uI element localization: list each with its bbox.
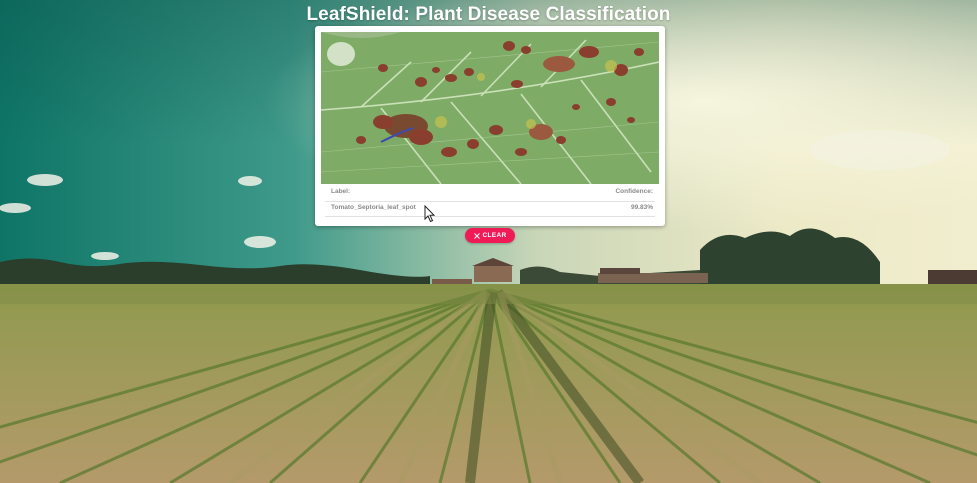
predicted-label: Tomato_Septoria_leaf_spot (331, 204, 416, 211)
result-card: Label: Confidence: Tomato_Septoria_leaf_… (315, 26, 665, 226)
clear-button[interactable]: CLEAR (465, 228, 515, 243)
result-table-header: Label: Confidence: (331, 188, 653, 202)
app-title: LeafShield: Plant Disease Classification (306, 4, 671, 25)
divider (325, 216, 655, 217)
confidence-column-header: Confidence: (615, 188, 653, 195)
mouse-cursor-icon (424, 205, 436, 223)
close-icon (473, 232, 480, 239)
uploaded-leaf-image (321, 32, 659, 184)
label-column-header: Label: (331, 188, 351, 195)
divider (325, 201, 655, 202)
confidence-value: 99.83% (630, 204, 653, 211)
clear-button-label: CLEAR (482, 232, 507, 239)
